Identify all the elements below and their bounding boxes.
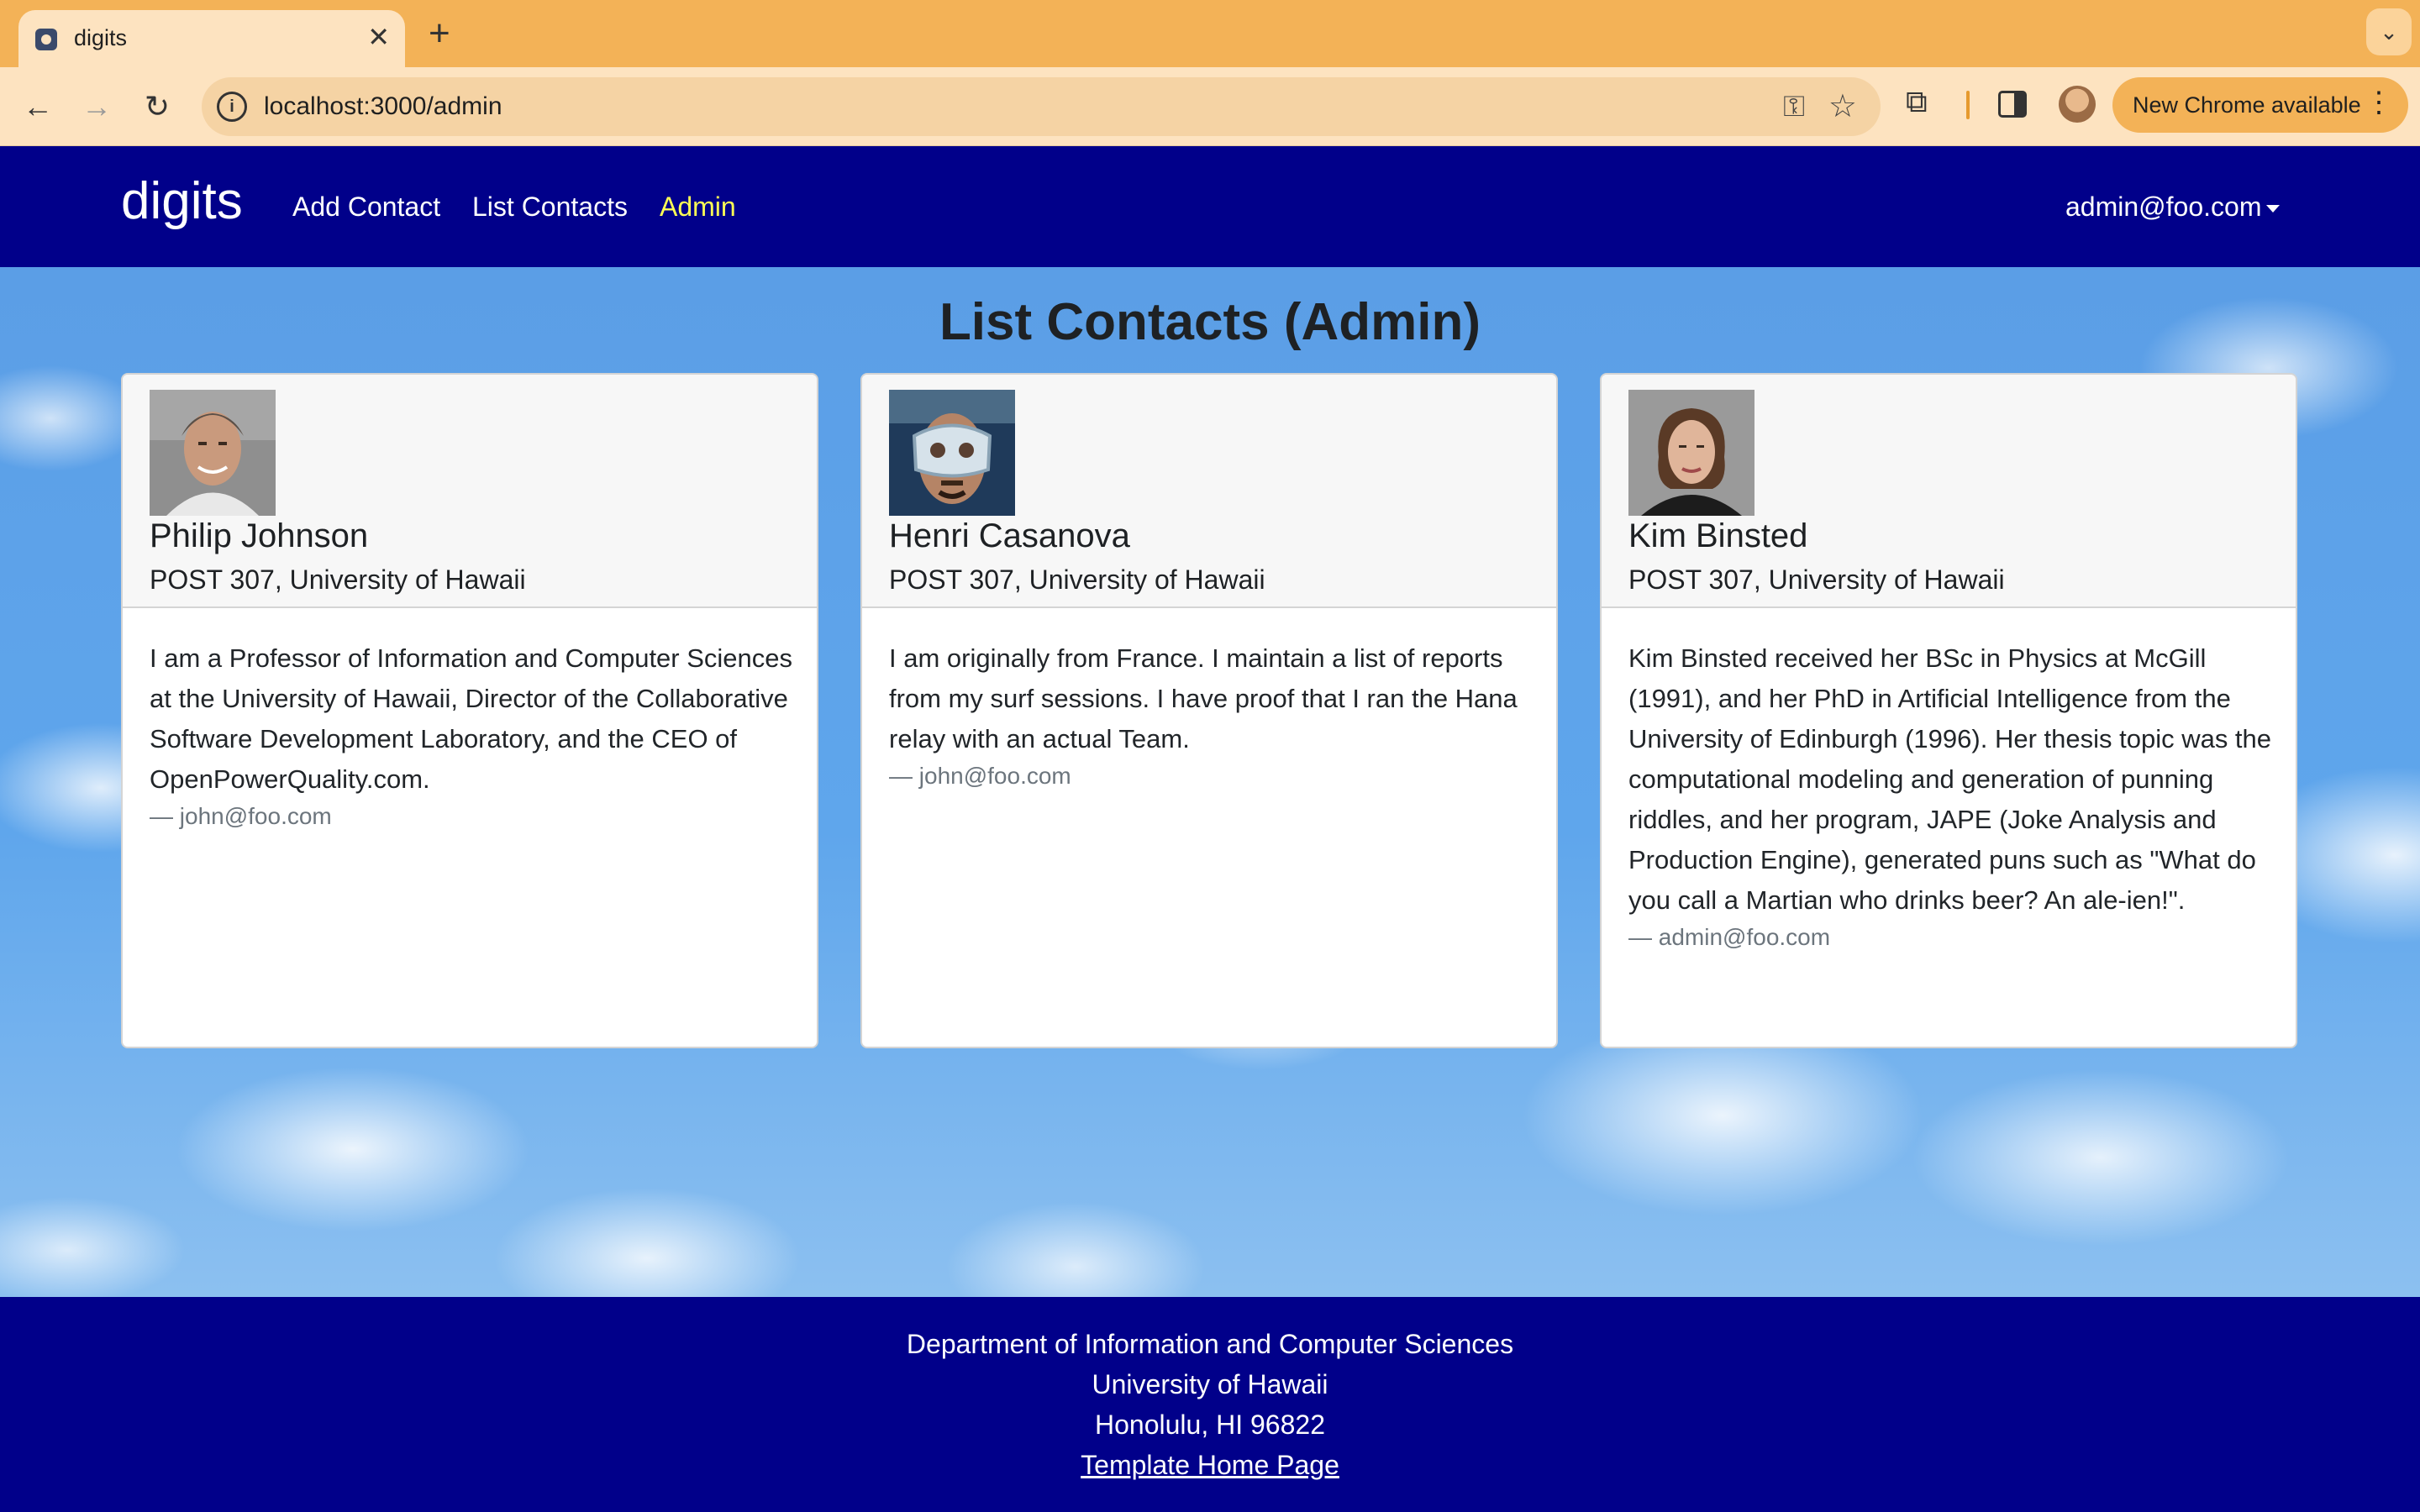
- extensions-icon[interactable]: ⧉: [1906, 84, 1928, 120]
- card-body: I am originally from France. I maintain …: [889, 638, 1536, 790]
- contact-photo: [889, 390, 1015, 516]
- card-body: I am a Professor of Information and Comp…: [150, 638, 797, 830]
- brand-logo[interactable]: digits: [121, 171, 243, 231]
- footer-university: University of Hawaii: [1092, 1369, 1328, 1399]
- contact-photo: [1628, 390, 1754, 516]
- chrome-update-label: New Chrome available: [2133, 92, 2361, 118]
- browser-tabstrip: digits ✕ + ⌄: [0, 0, 2420, 67]
- browser-toolbar: ← → ↻ i localhost:3000/admin ⚿ ☆: [0, 67, 2420, 146]
- card-body: Kim Binsted received her BSc in Physics …: [1628, 638, 2275, 951]
- info-icon[interactable]: i: [217, 92, 247, 122]
- app-navbar: digits Add Contact List Contacts Admin a…: [0, 146, 2420, 267]
- key-icon[interactable]: ⚿: [1783, 91, 1805, 123]
- toolbar-divider: [1966, 91, 1970, 119]
- nav-add-contact[interactable]: Add Contact: [292, 192, 440, 223]
- contact-description: I am a Professor of Information and Comp…: [150, 643, 793, 794]
- user-email: admin@foo.com: [2065, 192, 2262, 222]
- nav-list-contacts[interactable]: List Contacts: [472, 192, 628, 223]
- back-icon[interactable]: ←: [17, 86, 59, 128]
- template-home-link[interactable]: Template Home Page: [1081, 1450, 1339, 1480]
- card-header: Henri Casanova POST 307, University of H…: [862, 375, 1556, 608]
- contact-card: Philip Johnson POST 307, University of H…: [121, 373, 818, 1048]
- footer-address: Honolulu, HI 96822: [1095, 1410, 1325, 1440]
- nav-admin[interactable]: Admin: [660, 192, 736, 223]
- tab-title: digits: [74, 25, 128, 50]
- contact-owner: — admin@foo.com: [1628, 924, 1831, 950]
- reload-icon[interactable]: ↻: [136, 86, 178, 128]
- side-panel-icon[interactable]: [1998, 91, 2027, 118]
- close-tab-icon[interactable]: ✕: [367, 20, 390, 54]
- page-title: List Contacts (Admin): [939, 293, 1481, 351]
- contact-owner: — john@foo.com: [889, 763, 1071, 789]
- caret-down-icon: [2266, 205, 2281, 213]
- card-header: Kim Binsted POST 307, University of Hawa…: [1602, 375, 2296, 608]
- more-icon[interactable]: ⋮: [2365, 86, 2393, 119]
- browser-tab[interactable]: digits ✕: [18, 10, 405, 67]
- contact-address: POST 307, University of Hawaii: [150, 564, 526, 595]
- url-text[interactable]: localhost:3000/admin: [264, 92, 502, 121]
- tab-search-icon[interactable]: ⌄: [2366, 8, 2412, 55]
- chrome-update-button[interactable]: New Chrome available ⋮: [2112, 77, 2408, 133]
- forward-icon[interactable]: →: [76, 86, 118, 128]
- new-tab-icon[interactable]: +: [429, 12, 450, 55]
- contact-name: Kim Binsted: [1628, 517, 1808, 554]
- card-header: Philip Johnson POST 307, University of H…: [123, 375, 817, 608]
- contact-owner: — john@foo.com: [150, 803, 332, 829]
- favicon-icon: [35, 29, 57, 50]
- star-icon[interactable]: ☆: [1828, 87, 1857, 125]
- contact-description: I am originally from France. I maintain …: [889, 643, 1518, 753]
- contact-address: POST 307, University of Hawaii: [889, 564, 1265, 595]
- contact-name: Philip Johnson: [150, 517, 369, 554]
- profile-avatar[interactable]: [2059, 86, 2096, 123]
- address-bar[interactable]: i localhost:3000/admin ⚿ ☆: [202, 77, 1881, 136]
- contact-description: Kim Binsted received her BSc in Physics …: [1628, 643, 2272, 915]
- footer-department: Department of Information and Computer S…: [906, 1329, 1514, 1359]
- footer: Department of Information and Computer S…: [0, 1297, 2420, 1512]
- contact-name: Henri Casanova: [889, 517, 1130, 554]
- contact-card: Henri Casanova POST 307, University of H…: [860, 373, 1558, 1048]
- contact-photo: [150, 390, 276, 516]
- contact-address: POST 307, University of Hawaii: [1628, 564, 2005, 595]
- contact-card: Kim Binsted POST 307, University of Hawa…: [1600, 373, 2297, 1048]
- user-dropdown[interactable]: admin@foo.com: [2065, 192, 2281, 223]
